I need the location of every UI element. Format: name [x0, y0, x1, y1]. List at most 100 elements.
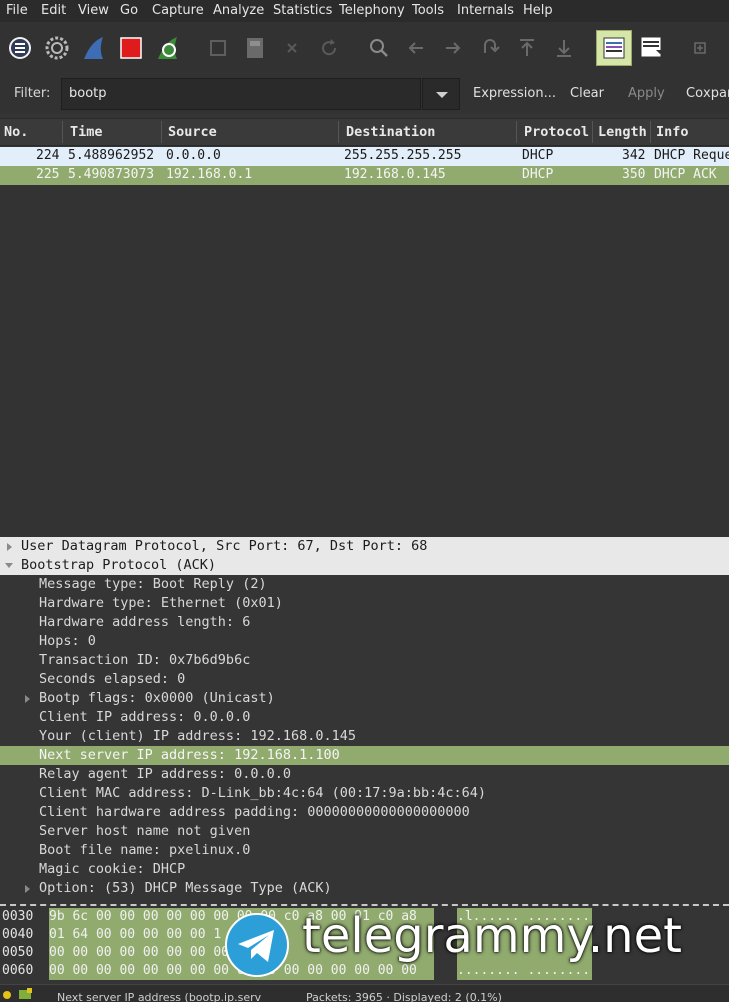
menu-analyze[interactable]: Analyze: [213, 3, 264, 18]
expand-arrow-icon[interactable]: [25, 695, 30, 703]
go-back-arrow-icon[interactable]: [403, 35, 429, 61]
tree-field[interactable]: Your (client) IP address: 192.168.0.145: [0, 727, 729, 746]
watermark-text: telegrammy.net: [302, 908, 682, 964]
packet-info: DHCP ACK: [654, 167, 717, 182]
status-bar: Next server IP address (bootp.ip.serv Pa…: [0, 984, 729, 1002]
find-packet-search-icon[interactable]: [366, 35, 392, 61]
tree-field[interactable]: Client hardware address padding: 0000000…: [0, 803, 729, 822]
zoom-in-icon[interactable]: [690, 35, 712, 61]
column-time[interactable]: Time: [70, 124, 103, 140]
clear-filter-button[interactable]: Clear: [570, 86, 604, 101]
first-packet-icon[interactable]: [514, 35, 540, 61]
column-source[interactable]: Source: [168, 124, 217, 140]
packet-length: 342: [622, 148, 646, 163]
packet-no: 225: [36, 167, 60, 182]
tree-field[interactable]: Transaction ID: 0x7b6d9b6c: [0, 651, 729, 670]
interfaces-list-icon[interactable]: [7, 35, 33, 61]
go-to-packet-icon[interactable]: [477, 35, 503, 61]
tree-field[interactable]: Hardware address length: 6: [0, 613, 729, 632]
expression-button[interactable]: Expression...: [473, 86, 556, 101]
packet-protocol: DHCP: [522, 167, 554, 182]
tree-field[interactable]: Magic cookie: DHCP: [0, 860, 729, 879]
go-forward-arrow-icon[interactable]: [440, 35, 466, 61]
tree-field-option-53[interactable]: Option: (53) DHCP Message Type (ACK): [0, 879, 729, 898]
packet-row-selected[interactable]: 225 5.490873073 192.168.0.1 192.168.0.14…: [0, 166, 729, 185]
tree-field[interactable]: Server host name not given: [0, 822, 729, 841]
packet-time: 5.488962952: [68, 148, 155, 163]
tree-field[interactable]: Boot file name: pxelinux.0: [0, 841, 729, 860]
expand-arrow-icon[interactable]: [25, 885, 30, 893]
menu-statistics[interactable]: Statistics: [273, 3, 332, 18]
bytes-offset: 0060: [2, 963, 34, 978]
tree-field-selected[interactable]: Next server IP address: 192.168.1.100: [0, 746, 729, 765]
tree-field[interactable]: Message type: Boot Reply (2): [0, 575, 729, 594]
tree-field[interactable]: Seconds elapsed: 0: [0, 670, 729, 689]
menu-go[interactable]: Go: [120, 3, 138, 18]
menu-edit[interactable]: Edit: [41, 3, 66, 18]
telegram-watermark: telegrammy.net: [224, 906, 724, 982]
tree-field[interactable]: Client MAC address: D-Link_bb:4c:64 (00:…: [0, 784, 729, 803]
column-length[interactable]: Length: [598, 124, 647, 140]
tree-field[interactable]: Client IP address: 0.0.0.0: [0, 708, 729, 727]
restart-capture-icon[interactable]: [155, 35, 181, 61]
collapse-arrow-icon[interactable]: [5, 563, 13, 568]
auto-scroll-icon[interactable]: [639, 35, 665, 61]
bytes-offset: 0040: [2, 927, 34, 942]
reload-file-icon[interactable]: [316, 35, 342, 61]
start-capture-shark-fin-icon[interactable]: [81, 35, 107, 61]
packet-time: 5.490873073: [68, 167, 155, 182]
filter-history-dropdown[interactable]: [422, 78, 460, 110]
packet-length: 350: [622, 167, 646, 182]
menu-internals[interactable]: Internals: [457, 3, 514, 18]
tree-field[interactable]: Hops: 0: [0, 632, 729, 651]
display-filter-bar: Filter: bootp Expression... Clear Apply …: [0, 74, 729, 114]
stop-capture-icon[interactable]: [118, 35, 144, 61]
tree-item-label: User Datagram Protocol, Src Port: 67, Ds…: [21, 538, 428, 554]
colorize-toggle-button[interactable]: [596, 30, 632, 66]
packet-details-tree: User Datagram Protocol, Src Port: 67, Ds…: [0, 536, 729, 904]
status-field-description: Next server IP address (bootp.ip.serv: [57, 991, 262, 1002]
packet-destination: 192.168.0.145: [344, 167, 446, 182]
save-file-icon[interactable]: [242, 35, 268, 61]
apply-filter-button[interactable]: Apply: [628, 86, 665, 101]
bytes-offset: 0030: [2, 909, 34, 924]
save-filter-button[interactable]: Сохран: [686, 86, 729, 101]
packet-row[interactable]: 224 5.488962952 0.0.0.0 255.255.255.255 …: [0, 147, 729, 166]
column-protocol[interactable]: Protocol: [524, 124, 589, 140]
colorize-packet-list-icon: [603, 37, 625, 59]
menu-view[interactable]: View: [78, 3, 109, 18]
packet-info: DHCP Reque: [654, 148, 729, 163]
tree-item-udp[interactable]: User Datagram Protocol, Src Port: 67, Ds…: [0, 537, 729, 556]
main-toolbar: [0, 22, 729, 74]
menu-bar: File Edit View Go Capture Analyze Statis…: [0, 0, 729, 22]
packet-protocol: DHCP: [522, 148, 554, 163]
last-packet-icon[interactable]: [551, 35, 577, 61]
tree-field-bootp-flags[interactable]: Bootp flags: 0x0000 (Unicast): [0, 689, 729, 708]
column-no[interactable]: No.: [4, 124, 28, 140]
display-filter-input[interactable]: bootp: [61, 78, 421, 110]
open-file-icon[interactable]: [205, 35, 231, 61]
capture-options-gear-icon[interactable]: [44, 35, 70, 61]
telegram-logo-icon: [225, 913, 289, 977]
tree-field[interactable]: Relay agent IP address: 0.0.0.0: [0, 765, 729, 784]
tree-item-bootp[interactable]: Bootstrap Protocol (ACK): [0, 556, 729, 575]
expert-info-status-icon[interactable]: [2, 990, 12, 1000]
menu-file[interactable]: File: [6, 3, 28, 18]
menu-telephony[interactable]: Telephony: [339, 3, 405, 18]
close-file-icon[interactable]: [279, 35, 305, 61]
expand-arrow-icon[interactable]: [7, 543, 12, 551]
tree-field[interactable]: Hardware type: Ethernet (0x01): [0, 594, 729, 613]
packet-source: 192.168.0.1: [166, 167, 253, 182]
packet-no: 224: [36, 148, 60, 163]
capture-comment-icon[interactable]: [18, 988, 34, 1000]
bytes-offset: 0050: [2, 945, 34, 960]
tree-item-label: Bootstrap Protocol (ACK): [21, 557, 217, 573]
packet-list-header: No. Time Source Destination Protocol Len…: [0, 118, 729, 146]
packet-destination: 255.255.255.255: [344, 148, 462, 163]
status-packet-count: Packets: 3965 · Displayed: 2 (0.1%): [306, 991, 502, 1002]
column-info[interactable]: Info: [656, 124, 689, 140]
menu-help[interactable]: Help: [523, 3, 553, 18]
column-destination[interactable]: Destination: [346, 124, 435, 140]
menu-tools[interactable]: Tools: [412, 3, 444, 18]
menu-capture[interactable]: Capture: [152, 3, 204, 18]
